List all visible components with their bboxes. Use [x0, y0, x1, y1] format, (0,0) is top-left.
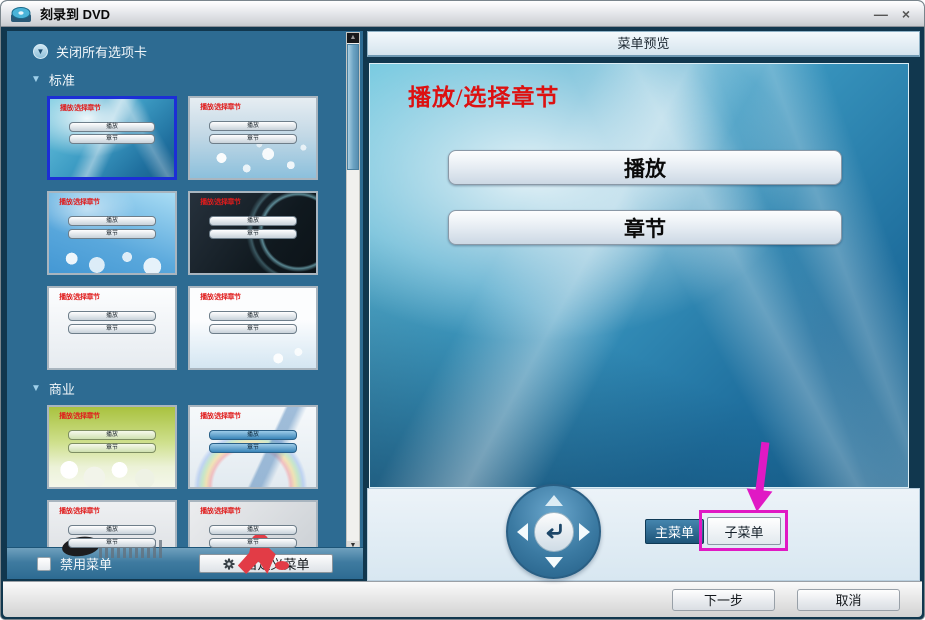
- preview-control-bar: 主菜单 子菜单: [367, 488, 920, 581]
- cancel-button[interactable]: 取消: [797, 589, 900, 611]
- template-thumbnail-green-teamwork[interactable]: 播放/选择章节播放章节: [47, 405, 177, 489]
- template-thumbnail-pale-gray[interactable]: 播放/选择章节播放章节: [47, 286, 177, 370]
- mini-menu-title: 播放/选择章节: [200, 293, 240, 301]
- template-art: 播放/选择章节播放章节: [190, 193, 316, 273]
- scrollbar-up-button[interactable]: ▲: [347, 33, 359, 43]
- mini-chapter-button: 章节: [209, 324, 297, 334]
- mini-chapter-button: 章节: [209, 229, 297, 239]
- dvd-disc-icon: [10, 5, 32, 23]
- title-bar: 刻录到 DVD — ×: [1, 1, 924, 27]
- template-sections: ▼标准播放/选择章节播放章节播放/选择章节播放章节播放/选择章节播放章节播放/选…: [7, 70, 363, 579]
- mini-play-button: 播放: [68, 216, 156, 226]
- mini-chapter-button: 章节: [69, 134, 156, 144]
- section-label: 商业: [49, 379, 75, 398]
- template-art: 播放/选择章节播放章节: [50, 99, 174, 177]
- enter-icon: [543, 522, 565, 541]
- preview-panel: 菜单预览 播放/选择章节 播放 章节 主菜单 子菜单: [367, 31, 920, 581]
- mini-chapter-button: 章节: [68, 229, 156, 239]
- template-thumbnail-sky-blue[interactable]: 播放/选择章节播放章节: [47, 191, 177, 275]
- disable-menu-checkbox[interactable]: [37, 557, 51, 571]
- template-art: 播放/选择章节播放章节: [49, 193, 175, 273]
- sidebar-bottom-bar: 禁用菜单 自定义菜单: [7, 547, 363, 579]
- close-all-label: 关闭所有选项卡: [56, 42, 147, 61]
- mini-menu-title: 播放/选择章节: [200, 198, 240, 206]
- menu-chapter-button[interactable]: 章节: [448, 210, 842, 245]
- section-collapse-icon: ▼: [31, 383, 41, 394]
- nav-up-button[interactable]: [545, 495, 563, 506]
- section-header-business[interactable]: ▼ 商业: [31, 379, 363, 398]
- mini-play-button: 播放: [209, 525, 297, 535]
- close-button[interactable]: ×: [902, 7, 910, 21]
- template-thumbnail-rainbow-puzzle[interactable]: 播放/选择章节播放章节: [188, 405, 318, 489]
- nav-left-button[interactable]: [517, 523, 528, 541]
- section-label: 标准: [49, 70, 75, 89]
- template-grid-standard: 播放/选择章节播放章节播放/选择章节播放章节播放/选择章节播放章节播放/选择章节…: [47, 96, 363, 370]
- template-thumbnail-blue-swirl[interactable]: 播放/选择章节播放章节: [47, 96, 177, 180]
- collapse-all-icon: ▼: [33, 44, 48, 59]
- mini-chapter-button: 章节: [68, 324, 156, 334]
- mini-menu-title: 播放/选择章节: [59, 198, 99, 206]
- mini-chapter-button: 章节: [68, 443, 156, 453]
- mini-menu-title: 播放/选择章节: [59, 293, 99, 301]
- close-all-tabs[interactable]: ▼ 关闭所有选项卡: [33, 42, 363, 61]
- template-thumbnail-dark-navy[interactable]: 播放/选择章节播放章节: [188, 191, 318, 275]
- mini-play-button: 播放: [68, 525, 156, 535]
- mini-menu-title: 播放/选择章节: [59, 507, 99, 515]
- minimize-button[interactable]: —: [874, 7, 888, 21]
- template-sidebar: ▼ 关闭所有选项卡 ▼标准播放/选择章节播放章节播放/选择章节播放章节播放/选择…: [7, 31, 363, 579]
- mini-chapter-button: 章节: [68, 538, 156, 548]
- mini-menu-title: 播放/选择章节: [200, 103, 240, 111]
- gear-icon: [222, 557, 236, 571]
- mini-chapter-button: 章节: [209, 443, 297, 453]
- next-step-button[interactable]: 下一步: [672, 589, 775, 611]
- menu-play-button[interactable]: 播放: [448, 150, 842, 185]
- mini-menu-title: 播放/选择章节: [60, 104, 100, 112]
- mini-play-button: 播放: [209, 216, 297, 226]
- mini-play-button: 播放: [68, 430, 156, 440]
- burn-to-dvd-window: 刻录到 DVD — × ▼ 关闭所有选项卡 ▼标准播放/选择章节播放章节播放/选…: [0, 0, 925, 620]
- mini-menu-title: 播放/选择章节: [200, 507, 240, 515]
- template-art: 播放/选择章节播放章节: [190, 288, 316, 368]
- section-header-standard[interactable]: ▼ 标准: [31, 70, 363, 89]
- mini-play-button: 播放: [209, 430, 297, 440]
- nav-enter-button[interactable]: [534, 512, 574, 552]
- menu-preview: 播放/选择章节 播放 章节: [369, 63, 909, 488]
- menu-background-art: [370, 64, 908, 487]
- nav-down-button[interactable]: [545, 557, 563, 568]
- navigation-wheel: [506, 484, 601, 579]
- footer-bar: 下一步 取消: [3, 581, 922, 617]
- mini-play-button: 播放: [69, 122, 156, 132]
- mini-play-button: 播放: [209, 121, 297, 131]
- mini-menu-title: 播放/选择章节: [200, 412, 240, 420]
- template-thumbnail-blue-bokeh[interactable]: 播放/选择章节播放章节: [188, 96, 318, 180]
- mini-play-button: 播放: [68, 311, 156, 321]
- menu-title-text: 播放/选择章节: [408, 78, 559, 112]
- mini-play-button: 播放: [209, 311, 297, 321]
- section-collapse-icon: ▼: [31, 74, 41, 85]
- template-art: 播放/选择章节播放章节: [190, 407, 316, 487]
- sidebar-scrollbar[interactable]: ▲ ▼: [346, 32, 360, 552]
- template-art: 播放/选择章节播放章节: [49, 407, 175, 487]
- nav-right-button[interactable]: [579, 523, 590, 541]
- main-menu-toggle[interactable]: 主菜单: [645, 519, 704, 544]
- mini-chapter-button: 章节: [209, 538, 297, 548]
- annotation-highlight-box: [699, 510, 788, 551]
- template-art: 播放/选择章节播放章节: [49, 288, 175, 368]
- template-thumbnail-pale-blue[interactable]: 播放/选择章节播放章节: [188, 286, 318, 370]
- preview-header: 菜单预览: [367, 31, 920, 57]
- window-title: 刻录到 DVD: [40, 4, 110, 23]
- mini-menu-title: 播放/选择章节: [59, 412, 99, 420]
- template-art: 播放/选择章节播放章节: [190, 98, 316, 178]
- mini-chapter-button: 章节: [209, 134, 297, 144]
- scrollbar-thumb[interactable]: [347, 44, 359, 170]
